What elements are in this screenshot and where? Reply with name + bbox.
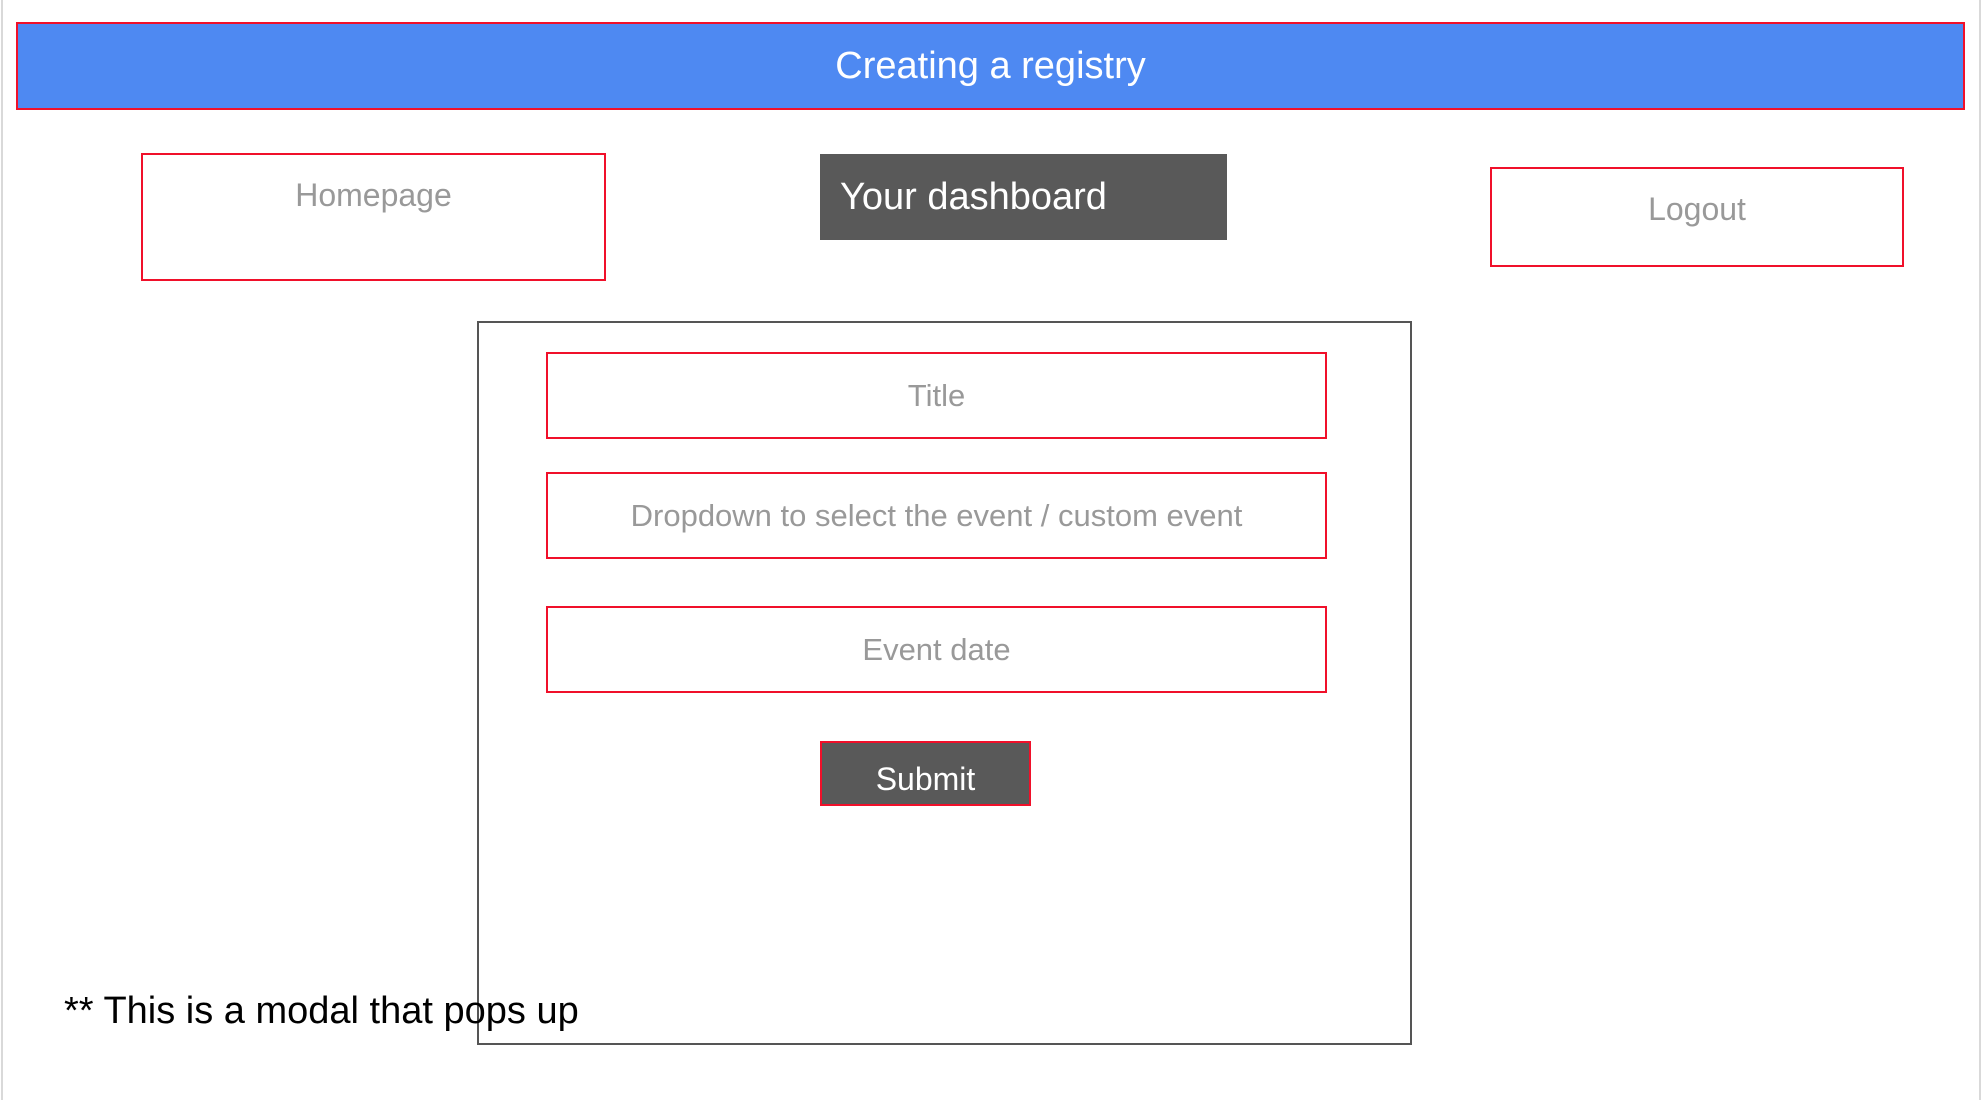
- logout-button[interactable]: Logout: [1490, 167, 1904, 267]
- event-date-input[interactable]: Event date: [546, 606, 1327, 693]
- event-dropdown[interactable]: Dropdown to select the event / custom ev…: [546, 472, 1327, 559]
- title-input[interactable]: Title: [546, 352, 1327, 439]
- dashboard-button[interactable]: Your dashboard: [820, 154, 1227, 240]
- modal-note: ** This is a modal that pops up: [64, 990, 579, 1032]
- submit-button[interactable]: Submit: [820, 741, 1031, 806]
- left-border: [1, 0, 3, 1100]
- page-header: Creating a registry: [16, 22, 1965, 110]
- page-title: Creating a registry: [835, 44, 1146, 87]
- right-border: [1979, 0, 1981, 1100]
- homepage-button[interactable]: Homepage: [141, 153, 606, 281]
